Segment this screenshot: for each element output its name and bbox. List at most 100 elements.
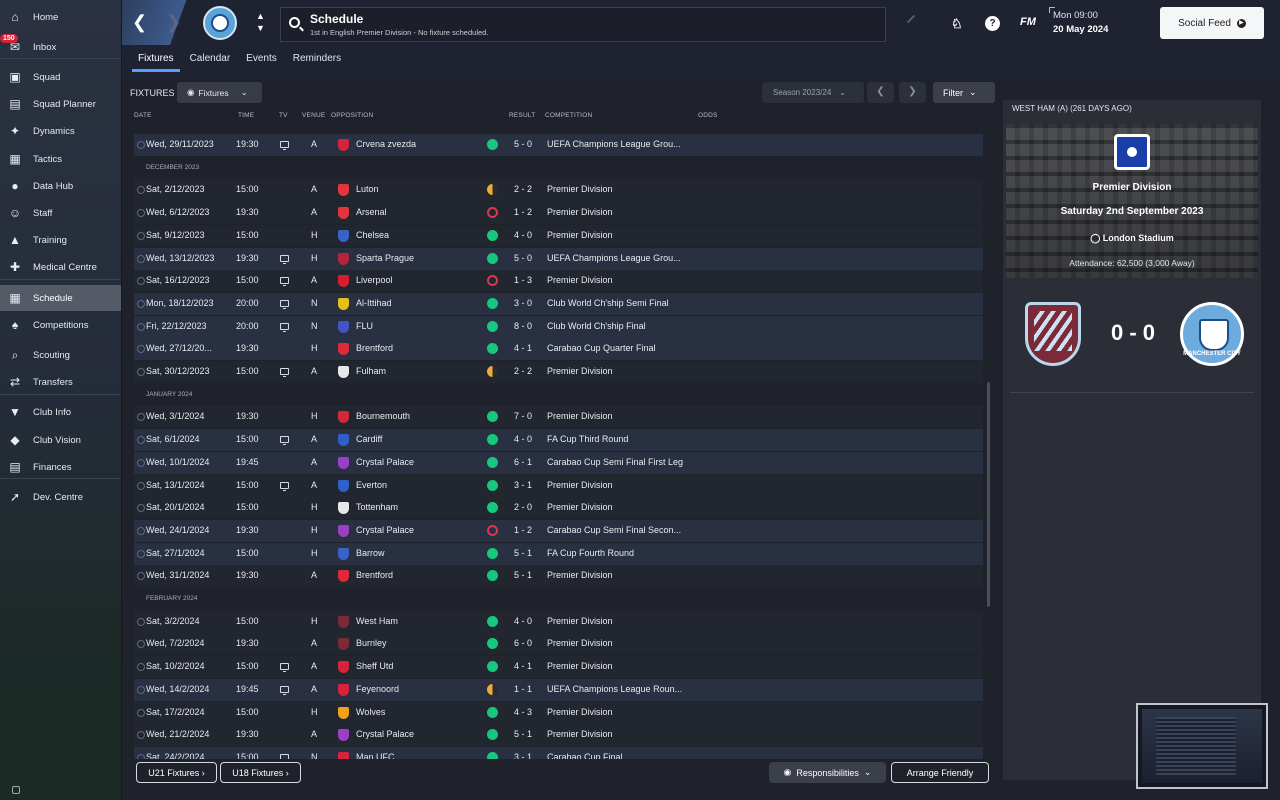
table-row[interactable]: Fri, 22/12/2023 20:00 N FLU 8 - 0 Club World …	[134, 315, 983, 338]
fixture-opposition[interactable]: Crystal Palace	[356, 525, 414, 535]
table-row[interactable]: Wed, 27/12/20... 19:30 H Brentford 4 - 1 Cara…	[134, 338, 983, 361]
fixture-score[interactable]: 4 - 1	[514, 343, 532, 353]
sidebar-item-finances[interactable]: ▤ Finances	[0, 454, 121, 480]
row-select-radio[interactable]	[137, 345, 145, 354]
fixture-score[interactable]: 3 - 0	[514, 298, 532, 308]
fixture-score[interactable]: 1 - 2	[514, 207, 532, 217]
forward-button[interactable]: ❯	[166, 12, 181, 33]
fixture-competition[interactable]: UEFA Champions League Roun...	[547, 684, 682, 694]
row-select-radio[interactable]	[137, 481, 145, 490]
col-venue[interactable]: VENUE	[302, 112, 325, 119]
season-dropdown[interactable]: Season 2023/24 ⌄	[762, 82, 864, 103]
fixture-score[interactable]: 6 - 0	[514, 638, 532, 648]
fixture-competition[interactable]: Carabao Cup Quarter Final	[547, 343, 656, 353]
fixture-score[interactable]: 5 - 1	[514, 729, 532, 739]
row-select-radio[interactable]	[137, 753, 145, 759]
table-row[interactable]: Wed, 21/2/2024 19:30 A Crystal Palace 5 - 1 P…	[134, 724, 983, 747]
row-select-radio[interactable]	[137, 254, 145, 263]
social-feed-button[interactable]: Social Feed ▶	[1160, 7, 1264, 39]
manchester-city-crest[interactable]: MANCHESTER CITY	[1180, 302, 1244, 366]
match-score[interactable]: 0 - 0	[1095, 320, 1171, 346]
table-row[interactable]: Wed, 7/2/2024 19:30 A Burnley 6 - 0 Premier D…	[134, 633, 983, 656]
fixture-opposition[interactable]: Brentford	[356, 343, 393, 353]
back-button[interactable]: ❮	[132, 12, 147, 33]
tab-calendar[interactable]: Calendar	[182, 52, 239, 72]
sidebar-item-home[interactable]: ⌂ Home	[0, 4, 121, 30]
fixture-opposition[interactable]: Man UFC	[356, 752, 395, 759]
fixture-competition[interactable]: Club World Ch'ship Final	[547, 321, 646, 331]
fixture-competition[interactable]: Premier Division	[547, 729, 613, 739]
row-select-radio[interactable]	[137, 277, 145, 286]
next-season-button[interactable]: ❯	[899, 82, 926, 103]
sidebar-item-club-info[interactable]: ▼ Club Info	[0, 399, 121, 425]
fixture-score[interactable]: 5 - 1	[514, 570, 532, 580]
fixture-opposition[interactable]: Everton	[356, 480, 387, 490]
fixture-opposition[interactable]: Brentford	[356, 570, 393, 580]
fixture-competition[interactable]: FA Cup Fourth Round	[547, 548, 634, 558]
fixture-score[interactable]: 3 - 1	[514, 752, 532, 759]
fixture-opposition[interactable]: West Ham	[356, 616, 398, 626]
table-row[interactable]: Sat, 13/1/2024 15:00 A Everton 3 - 1 Premier …	[134, 474, 983, 497]
fixture-score[interactable]: 1 - 3	[514, 275, 532, 285]
row-select-radio[interactable]	[137, 617, 145, 626]
row-select-radio[interactable]	[137, 708, 145, 717]
sidebar-item-transfers[interactable]: ⇄ Transfers	[0, 369, 121, 395]
col-tv[interactable]: TV	[279, 112, 288, 119]
sidebar-item-data-hub[interactable]: ● Data Hub	[0, 173, 121, 199]
fixture-score[interactable]: 8 - 0	[514, 321, 532, 331]
fixture-score[interactable]: 2 - 2	[514, 366, 532, 376]
sidebar-item-inbox[interactable]: ✉ Inbox	[0, 34, 121, 60]
match-competition[interactable]: Premier Division	[1006, 182, 1258, 193]
fixture-competition[interactable]: FA Cup Third Round	[547, 434, 628, 444]
row-select-radio[interactable]	[137, 322, 145, 331]
col-competition[interactable]: COMPETITION	[545, 112, 592, 119]
fixture-score[interactable]: 1 - 1	[514, 684, 532, 694]
fixture-opposition[interactable]: Crystal Palace	[356, 457, 414, 467]
fixture-competition[interactable]: Premier Division	[547, 366, 613, 376]
col-time[interactable]: TIME	[238, 112, 254, 119]
fixture-opposition[interactable]: Feyenoord	[356, 684, 399, 694]
fixture-competition[interactable]: Premier Division	[547, 480, 613, 490]
fixture-score[interactable]: 5 - 0	[514, 253, 532, 263]
help-button[interactable]: ?	[985, 16, 1000, 31]
table-row[interactable]: Wed, 10/1/2024 19:45 A Crystal Palace 6 - 1 C…	[134, 451, 983, 474]
col-date[interactable]: DATE	[134, 112, 152, 119]
match-panel-title[interactable]: WEST HAM (A) (261 DAYS AGO)	[1012, 104, 1132, 113]
fixture-score[interactable]: 5 - 1	[514, 548, 532, 558]
fixture-score[interactable]: 4 - 0	[514, 616, 532, 626]
fm-menu-button[interactable]: FM	[1020, 16, 1036, 28]
row-select-radio[interactable]	[137, 186, 145, 195]
screen-thumbnail[interactable]	[1136, 703, 1268, 789]
table-row[interactable]: Sat, 24/2/2024 15:00 N Man UFC 3 - 1 Carabao …	[134, 746, 983, 759]
table-row[interactable]: Sat, 6/1/2024 15:00 A Cardiff 4 - 0 FA Cup Th…	[134, 429, 983, 452]
sidebar-item-tactics[interactable]: ▦ Tactics	[0, 146, 121, 172]
fixture-opposition[interactable]: FLU	[356, 321, 373, 331]
tab-fixtures[interactable]: Fixtures	[130, 52, 182, 72]
fixture-competition[interactable]: Premier Division	[547, 661, 613, 671]
fixture-opposition[interactable]: Tottenham	[356, 502, 398, 512]
fixture-competition[interactable]: UEFA Champions League Grou...	[547, 139, 681, 149]
table-row[interactable]: Sat, 20/1/2024 15:00 H Tottenham 2 - 0 Premie…	[134, 497, 983, 520]
fixture-competition[interactable]: Premier Division	[547, 616, 613, 626]
table-row[interactable]: Sat, 16/12/2023 15:00 A Liverpool 1 - 3 Premi…	[134, 270, 983, 293]
sidebar-item-training[interactable]: ▲ Training	[0, 227, 121, 253]
table-row[interactable]: Wed, 24/1/2024 19:30 H Crystal Palace 1 - 2 C…	[134, 519, 983, 542]
table-row[interactable]: Sat, 27/1/2024 15:00 H Barrow 5 - 1 FA Cup Fo…	[134, 542, 983, 565]
fixture-competition[interactable]: Premier Division	[547, 184, 613, 194]
match-stadium[interactable]: ◯ London Stadium	[1006, 233, 1258, 244]
fixture-competition[interactable]: Premier Division	[547, 570, 613, 580]
fixture-opposition[interactable]: Bournemouth	[356, 411, 410, 421]
row-select-radio[interactable]	[137, 413, 145, 422]
row-select-radio[interactable]	[137, 504, 145, 513]
fixture-opposition[interactable]: Sparta Prague	[356, 253, 414, 263]
fixture-competition[interactable]: Carabao Cup Semi Final First Leg	[547, 457, 683, 467]
row-select-radio[interactable]	[137, 685, 145, 694]
fixture-score[interactable]: 4 - 0	[514, 434, 532, 444]
fixture-opposition[interactable]: Fulham	[356, 366, 386, 376]
game-clock[interactable]: Mon 09:00 20 May 2024	[1053, 10, 1108, 35]
col-odds[interactable]: ODDS	[698, 112, 718, 119]
row-select-radio[interactable]	[137, 141, 145, 149]
filter-button[interactable]: Filter ⌄	[933, 82, 995, 103]
fixture-competition[interactable]: Premier Division	[547, 707, 613, 717]
fixture-competition[interactable]: Premier Division	[547, 411, 613, 421]
